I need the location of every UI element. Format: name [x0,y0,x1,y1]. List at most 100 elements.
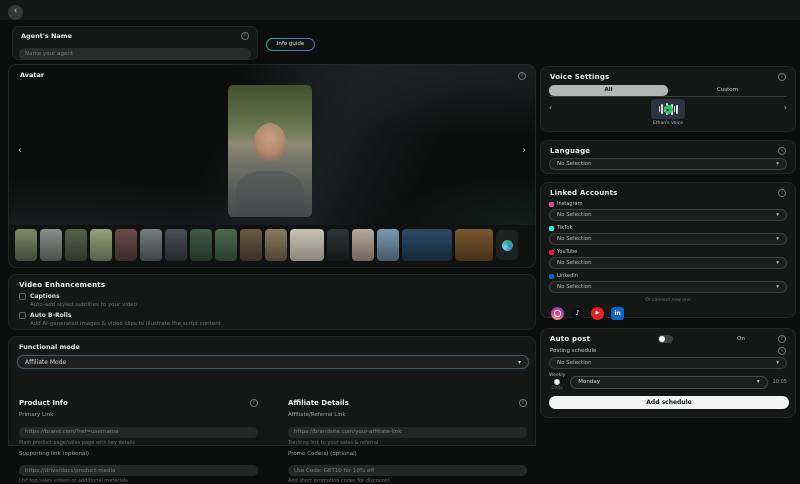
tiktok-account-select[interactable]: No Selection ▾ [549,233,787,245]
field-helper: Add short promotion codes for discounts [288,478,527,484]
posting-schedule-value: No Selection [557,360,592,366]
avatar-thumbnail[interactable] [140,229,162,261]
avatar-video-preview[interactable] [228,85,312,217]
instagram-account-select[interactable]: No Selection▾ [549,209,787,221]
avatar-thumbnail[interactable] [115,229,137,261]
field-input[interactable] [19,427,258,438]
avatar-thumbnail[interactable] [265,229,287,261]
info-icon[interactable]: i [241,32,249,40]
info-guide-button[interactable]: Info guide [266,38,315,51]
column-title: Product Info [19,399,68,407]
instagram-icon[interactable] [551,307,564,320]
add-avatar-button[interactable] [496,230,518,260]
avatar-thumbnail-strip [15,227,531,263]
field-column: Affiliate DetailsiAffiliate/Referral Lin… [288,399,527,484]
functional-mode-card: Functional mode Affiliate Mode ▾ Product… [8,336,536,446]
avatar-thumbnail[interactable] [40,229,62,261]
account-value: No Selection [557,236,592,242]
info-icon[interactable]: i [778,147,786,155]
agent-name-card: Agent's Name i [12,26,258,60]
agent-name-label: Agent's Name [21,32,72,40]
posting-schedule-select[interactable]: No Selection ▾ [549,357,787,369]
field-input[interactable] [19,465,258,476]
account-value: No Selection [557,260,592,266]
auto-post-toggle[interactable] [658,335,673,343]
avatar-title: Avatar [20,71,44,79]
avatar-thumbnail[interactable] [65,229,87,261]
enhancement-description: Add AI-generated images & video clips to… [30,321,535,327]
avatar-thumbnail[interactable] [15,229,37,261]
linked-accounts-title: Linked Accounts [550,189,618,197]
tab-all[interactable]: All [549,85,668,96]
chevron-left-icon: ‹ [14,6,18,16]
enhancement-description: Auto-add styled subtitles to your video [30,302,535,308]
back-button[interactable]: ‹ [8,5,23,20]
field-helper: Main product page/sales page with key de… [19,440,258,446]
day-select[interactable]: Monday ▾ [570,376,767,389]
linked-account-row: InstagramNo Selection▾ [549,201,787,221]
chevron-down-icon: ▾ [776,236,779,242]
checkbox[interactable] [19,312,26,319]
frequency-radio[interactable] [554,379,560,385]
functional-mode-select[interactable]: Affiliate Mode ▾ [17,355,529,369]
carousel-left-button[interactable]: ‹ [18,145,22,156]
avatar-thumbnail[interactable] [190,229,212,261]
info-icon[interactable]: i [778,347,786,355]
chevron-down-icon: ▾ [776,212,779,218]
language-select[interactable]: No Selection ▾ [549,158,787,170]
social-icons-row: ♪ ▶ in [551,307,795,320]
add-schedule-button[interactable]: Add schedule [549,396,789,409]
chevron-down-icon: ▾ [776,284,779,290]
voice-name: Ethan's voice [653,121,683,126]
tiktok-icon[interactable]: ♪ [571,307,584,320]
avatar-thumbnail[interactable] [215,229,237,261]
voice-settings-card: Voice Settings i All Custom ‹ › ▶ Ethan'… [540,66,796,132]
avatar-thumbnail[interactable] [327,229,349,261]
info-icon[interactable]: i [778,189,786,197]
avatar-thumbnail[interactable] [165,229,187,261]
play-icon[interactable]: ▶ [664,105,673,114]
avatar-thumbnail[interactable] [290,229,324,261]
avatar-thumbnail[interactable] [455,229,493,261]
field-helper: List top sales videos or additional mate… [19,478,258,484]
carousel-right-button[interactable]: › [522,145,526,156]
youtube-account-select[interactable]: No Selection▾ [549,257,787,269]
info-icon[interactable]: i [778,73,786,81]
field-helper: Tracking link to your sales & referral [288,440,527,446]
info-icon[interactable]: i [778,335,786,343]
chevron-down-icon: ▾ [518,359,521,366]
youtube-icon[interactable]: ▶ [591,307,604,320]
connect-new-text: Or connect new one [541,298,795,303]
posting-schedule-label: Posting schedule [550,348,596,354]
avatar-thumbnail[interactable] [90,229,112,261]
column-title: Affiliate Details [288,399,349,407]
linkedin-icon[interactable]: in [611,307,624,320]
enhancement-label: Auto B-Rolls [30,312,71,319]
info-icon[interactable]: i [519,399,527,407]
linkedin-account-select[interactable]: No Selection▾ [549,281,787,293]
language-value: No Selection [557,161,592,167]
top-bar [0,0,800,20]
chevron-down-icon: ▾ [776,161,779,167]
field-input[interactable] [288,427,527,438]
info-icon[interactable]: i [518,72,526,80]
platform-name: LinkedIn [557,273,578,279]
voice-waveform-tile[interactable]: ▶ [651,99,685,119]
field-input[interactable] [288,465,527,476]
language-card: Language i No Selection ▾ [540,140,796,174]
avatar-thumbnail[interactable] [352,229,374,261]
checkbox[interactable] [19,293,26,300]
info-icon[interactable]: i [250,399,258,407]
avatar-thumbnail[interactable] [240,229,262,261]
voice-item: ▶ Ethan's voice [541,99,795,126]
video-enhancements-card: Video Enhancements CaptionsAuto-add styl… [8,274,536,330]
linked-accounts-card: Linked Accounts i InstagramNo Selection▾… [540,182,796,318]
auto-post-state: On [737,336,745,342]
avatar-thumbnail[interactable] [402,229,452,261]
tab-custom[interactable]: Custom [668,85,787,96]
avatar-thumbnail[interactable] [377,229,399,261]
platform-name: TikTok [557,225,572,231]
field-label: Promo Code(s) (optional) [288,451,527,457]
linked-account-row: TikTok No Selection ▾ [549,225,787,245]
agent-name-input[interactable] [19,48,251,60]
